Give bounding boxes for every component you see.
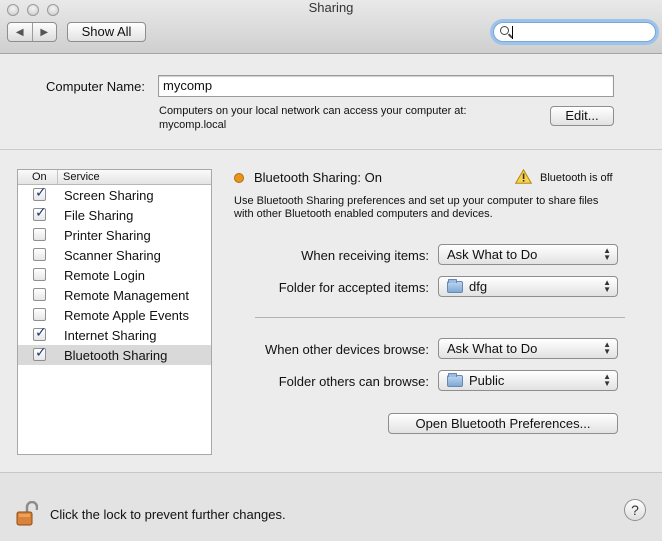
- service-name: Scanner Sharing: [64, 248, 161, 263]
- network-address: mycomp.local: [159, 119, 227, 131]
- footer-bar: Click the lock to prevent further change…: [0, 472, 662, 541]
- service-name: Remote Apple Events: [64, 308, 190, 323]
- service-name: Screen Sharing: [64, 188, 154, 203]
- popup-arrows-icon: ▲ ▼: [603, 278, 611, 294]
- receiving-items-popup[interactable]: Ask What to Do ▲ ▼: [438, 244, 618, 265]
- checkmark-icon: ✓: [35, 204, 47, 220]
- service-row[interactable]: ✓ File Sharing: [18, 205, 211, 225]
- service-checkbox[interactable]: ✓: [33, 204, 47, 221]
- header-service[interactable]: Service: [58, 170, 100, 184]
- network-info-line1: Computers on your local network can acce…: [159, 105, 467, 117]
- service-row[interactable]: ✓ Bluetooth Sharing: [18, 345, 211, 365]
- title-bar: Sharing ◀ ▶ Show All: [0, 0, 662, 54]
- help-button[interactable]: ?: [624, 499, 646, 521]
- checkmark-icon: ✓: [35, 184, 47, 200]
- service-name: Bluetooth Sharing: [64, 348, 168, 363]
- receiving-items-label: When receiving items:: [301, 248, 429, 263]
- service-checkbox[interactable]: [33, 268, 46, 281]
- back-forward-control: ◀ ▶: [7, 22, 57, 42]
- warning-icon: [515, 169, 532, 184]
- section-divider: [255, 317, 625, 318]
- lock-message: Click the lock to prevent further change…: [50, 507, 286, 522]
- service-name: Printer Sharing: [64, 228, 151, 243]
- sharing-main-panel: On Service ✓ Screen Sharing ✓ File Sharing P…: [0, 151, 662, 471]
- service-checkbox[interactable]: ✓: [33, 184, 47, 201]
- service-checkbox[interactable]: [33, 288, 46, 301]
- service-row[interactable]: Scanner Sharing: [18, 245, 211, 265]
- search-icon: [500, 26, 509, 35]
- public-folder-icon: [447, 373, 463, 387]
- accepted-folder-popup[interactable]: dfg ▲ ▼: [438, 276, 618, 297]
- text-caret: [512, 26, 513, 39]
- browse-label: When other devices browse:: [264, 342, 429, 357]
- checkmark-icon: ✓: [35, 324, 47, 340]
- description-line1: Use Bluetooth Sharing preferences and se…: [234, 195, 599, 207]
- service-checkbox[interactable]: [33, 228, 46, 241]
- service-table: On Service ✓ Screen Sharing ✓ File Sharing P…: [17, 169, 212, 455]
- service-checkbox[interactable]: ✓: [33, 344, 47, 361]
- folder-icon: [447, 279, 463, 293]
- back-button[interactable]: ◀: [8, 23, 32, 41]
- bluetooth-off-warning: Bluetooth is off: [540, 172, 613, 184]
- service-name: Internet Sharing: [64, 328, 157, 343]
- lock-icon[interactable]: [16, 501, 38, 527]
- browse-folder-popup[interactable]: Public ▲ ▼: [438, 370, 618, 391]
- search-field[interactable]: [493, 22, 656, 42]
- edit-button[interactable]: Edit...: [550, 106, 614, 126]
- service-row[interactable]: Remote Login: [18, 265, 211, 285]
- header-on[interactable]: On: [18, 170, 58, 184]
- status-title: Bluetooth Sharing: On: [254, 170, 382, 185]
- computer-name-section: Computer Name: mycomp Computers on your …: [0, 55, 662, 150]
- browse-folder-value: Public: [469, 373, 505, 388]
- open-bluetooth-preferences-button[interactable]: Open Bluetooth Preferences...: [388, 413, 618, 434]
- accepted-folder-value: dfg: [469, 279, 488, 294]
- popup-arrows-icon: ▲ ▼: [603, 246, 611, 262]
- show-all-button[interactable]: Show All: [67, 22, 146, 42]
- description-line2: with other Bluetooth enabled computers a…: [234, 208, 493, 220]
- service-checkbox[interactable]: ✓: [33, 324, 47, 341]
- service-row[interactable]: Remote Management: [18, 285, 211, 305]
- browse-folder-label: Folder others can browse:: [278, 374, 429, 389]
- service-checkbox[interactable]: [33, 308, 46, 321]
- service-name: Remote Login: [64, 268, 145, 283]
- browse-value: Ask What to Do: [447, 341, 538, 356]
- receiving-items-value: Ask What to Do: [447, 247, 538, 262]
- service-row[interactable]: ✓ Screen Sharing: [18, 185, 211, 205]
- popup-arrows-icon: ▲ ▼: [603, 372, 611, 388]
- service-name: File Sharing: [64, 208, 134, 223]
- status-indicator: [234, 173, 244, 183]
- window-title: Sharing: [308, 0, 354, 15]
- service-row[interactable]: ✓ Internet Sharing: [18, 325, 211, 345]
- popup-arrows-icon: ▲ ▼: [603, 340, 611, 356]
- computer-name-label: Computer Name:: [46, 79, 145, 94]
- service-table-header: On Service: [18, 170, 211, 185]
- accepted-folder-label: Folder for accepted items:: [278, 280, 429, 295]
- forward-button[interactable]: ▶: [31, 23, 57, 41]
- service-row[interactable]: Printer Sharing: [18, 225, 211, 245]
- service-checkbox[interactable]: [33, 248, 46, 261]
- computer-name-field[interactable]: mycomp: [158, 75, 614, 97]
- service-name: Remote Management: [64, 288, 190, 303]
- service-row[interactable]: Remote Apple Events: [18, 305, 211, 325]
- checkmark-icon: ✓: [35, 344, 47, 360]
- browse-popup[interactable]: Ask What to Do ▲ ▼: [438, 338, 618, 359]
